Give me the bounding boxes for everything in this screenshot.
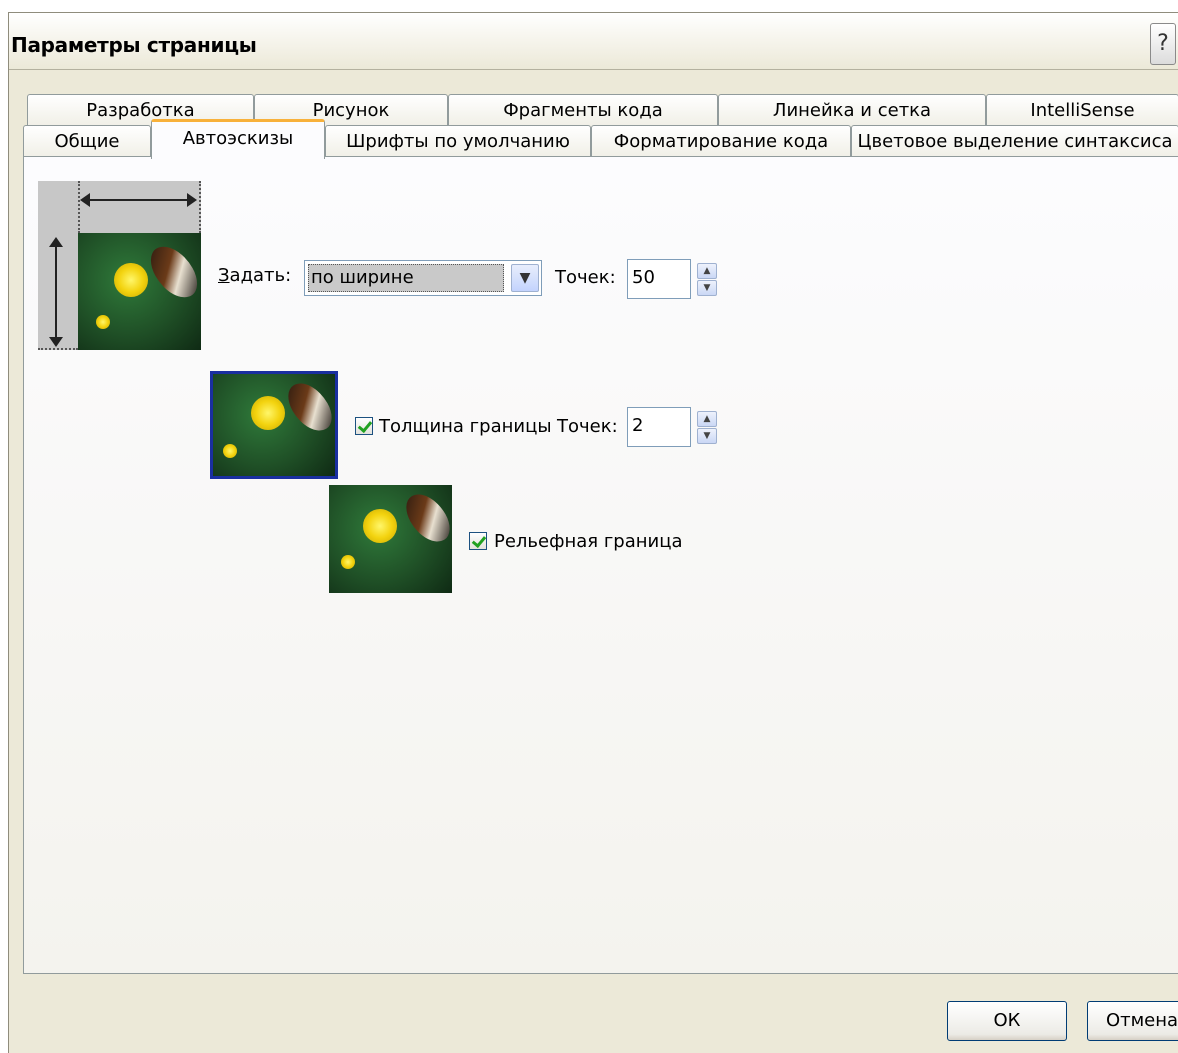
arrow-down-icon[interactable]: ▼	[697, 280, 717, 296]
sizer-width-band	[78, 181, 201, 233]
page-settings-dialog: Параметры страницы ? Разработка Рисунок …	[8, 12, 1178, 1053]
arrow-up-icon[interactable]: ▲	[697, 411, 717, 427]
size-mode-value: по ширине	[308, 264, 504, 292]
tab-syntax-highlighting[interactable]: Цветовое выделение синтаксиса	[851, 125, 1178, 158]
chevron-down-icon[interactable]: ▼	[511, 264, 539, 292]
border-thickness-label: Толщина границы	[379, 416, 552, 437]
size-points-label: Точек:	[555, 267, 616, 288]
arrow-down-icon[interactable]: ▼	[697, 428, 717, 444]
tab-autothumbnails[interactable]: Автоэскизы	[151, 119, 325, 159]
preview-image-border	[210, 371, 338, 479]
border-points-input[interactable]: 2	[627, 407, 691, 447]
preview-image-size	[78, 233, 201, 350]
tab-ruler-grid[interactable]: Линейка и сетка	[718, 94, 986, 127]
title-bar: Параметры страницы ?	[9, 13, 1178, 70]
tab-code-snippets[interactable]: Фрагменты кода	[448, 94, 718, 127]
border-points-spinner[interactable]: ▲ ▼	[697, 411, 717, 445]
set-label: Задать:	[218, 265, 292, 286]
height-arrow-icon	[49, 237, 63, 347]
size-points-input[interactable]: 50	[627, 259, 691, 299]
tab-row-lower: Общие Автоэскизы Шрифты по умолчанию Фор…	[23, 119, 1178, 159]
sizer-corner	[38, 181, 78, 233]
relief-border-checkbox[interactable]	[469, 532, 487, 550]
dialog-title: Параметры страницы	[11, 33, 257, 57]
ok-button[interactable]: ОК	[947, 1001, 1067, 1041]
width-arrow-icon	[80, 193, 197, 207]
size-preview	[38, 181, 201, 350]
border-thickness-checkbox[interactable]	[355, 417, 373, 435]
tab-default-fonts[interactable]: Шрифты по умолчанию	[325, 125, 591, 158]
tab-general[interactable]: Общие	[23, 125, 151, 158]
help-button[interactable]: ?	[1150, 23, 1176, 65]
tab-panel: Задать: по ширине ▼ Точек: 50 ▲ ▼ Толщин…	[23, 156, 1178, 974]
arrow-up-icon[interactable]: ▲	[697, 263, 717, 279]
cancel-button[interactable]: Отмена	[1087, 1001, 1178, 1041]
size-mode-select[interactable]: по ширине ▼	[304, 260, 542, 296]
relief-border-label: Рельефная граница	[494, 531, 683, 552]
size-points-spinner[interactable]: ▲ ▼	[697, 263, 717, 297]
preview-image-relief	[329, 485, 452, 593]
tab-intellisense[interactable]: IntelliSense	[986, 94, 1178, 127]
border-points-label: Точек:	[557, 416, 618, 437]
tab-code-formatting[interactable]: Форматирование кода	[591, 125, 851, 158]
sizer-height-band	[38, 233, 78, 350]
